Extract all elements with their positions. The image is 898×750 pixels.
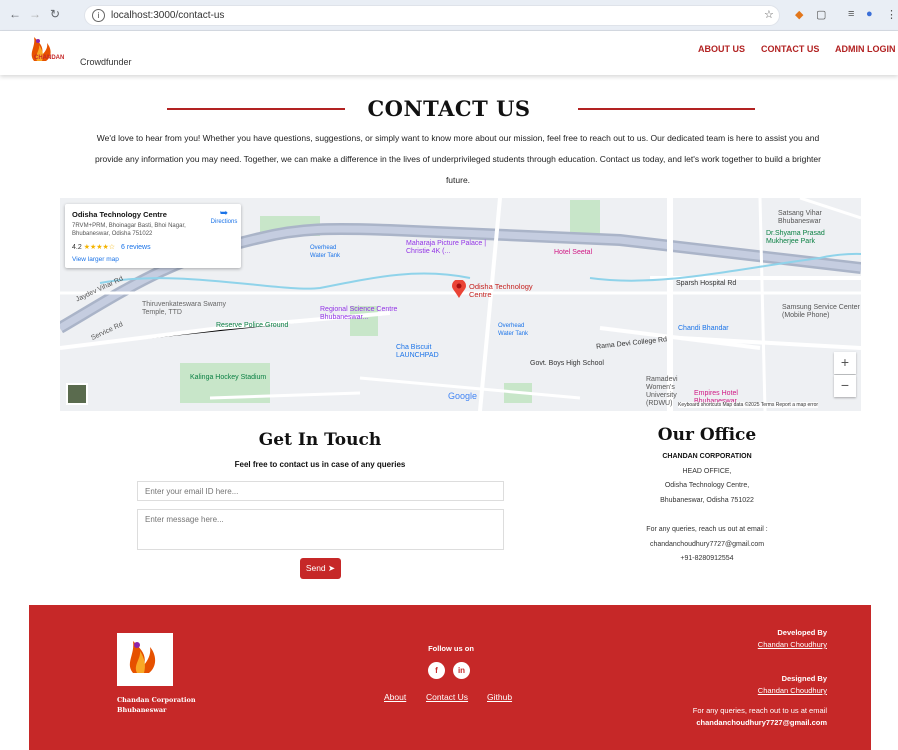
page-title: CONTACT US: [367, 96, 531, 121]
facebook-icon[interactable]: f: [428, 662, 445, 679]
send-button[interactable]: Send ➤: [300, 558, 341, 579]
map-place-card: Odisha Technology Centre 7RVM+PRM, Bhoin…: [65, 204, 241, 268]
designer-link[interactable]: Chandan Choudhury: [758, 686, 827, 695]
office-line: Odisha Technology Centre,: [664, 482, 750, 489]
star-icon[interactable]: ☆: [764, 8, 774, 21]
office-line: Bhubaneswar, Odisha 751022: [660, 497, 754, 504]
rating-stars-icon: ★★★★☆: [83, 244, 116, 251]
map-label-kalinga: Kalinga Hockey Stadium: [190, 374, 267, 381]
office-line: HEAD OFFICE,: [682, 468, 732, 475]
footer-org-city: Bhubaneswar: [117, 706, 167, 714]
logo-text: CHANDAN: [34, 55, 65, 61]
flame-logo-icon: [31, 37, 51, 61]
reading-icon[interactable]: ≡: [848, 8, 854, 20]
google-logo: Google: [448, 391, 478, 401]
office-line: For any queries, reach us out at email :: [646, 526, 768, 533]
nav-about-us[interactable]: ABOUT US: [698, 44, 745, 54]
intro-paragraph: We'd love to hear from you! Whether you …: [58, 128, 858, 191]
get-in-touch-title: Get In Touch: [258, 430, 382, 450]
map-label-shyama: Dr.Shyama Prasad Mukherjee Park: [766, 230, 825, 245]
office-phone: +91-8280912554: [680, 555, 734, 562]
zoom-in-button[interactable]: +: [834, 352, 856, 374]
map-label-reserve: Reserve Police Ground: [216, 322, 289, 329]
linkedin-icon[interactable]: in: [453, 662, 470, 679]
url-text: localhost:3000/contact-us: [111, 10, 225, 21]
intro-line: provide any information you may need. To…: [95, 154, 821, 164]
directions-icon: ➥: [219, 208, 229, 219]
map-pin-icon: [452, 280, 466, 298]
heading-rule-right: [578, 108, 755, 110]
page-heading: CONTACT US: [0, 96, 898, 126]
map-label-samsung: Samsung Service Center (Mobile Phone): [782, 304, 860, 319]
map-pin-label: Odisha Technology Centre: [469, 282, 533, 299]
footer-link-about[interactable]: About: [384, 692, 406, 702]
map-attribution[interactable]: Keyboard shortcuts Map data ©2025 Terms …: [678, 402, 819, 408]
office-title: Our Office: [657, 425, 757, 445]
footer-org-name: Chandan Corporation: [117, 696, 196, 704]
intro-line: We'd love to hear from you! Whether you …: [96, 133, 820, 143]
follow-us-label: Follow us on: [428, 644, 474, 653]
map-label-maharaja: Maharaja Picture Palace | Christie 4K (.…: [406, 240, 487, 255]
directions-button[interactable]: ➥ Directions: [209, 208, 239, 225]
map-label-overhead-2: Overhead Water Tank: [498, 323, 529, 337]
site-footer: Chandan Corporation Bhubaneswar Follow u…: [29, 605, 871, 750]
brand-name: Crowdfunder: [80, 57, 132, 67]
view-larger-map-link[interactable]: View larger map: [72, 256, 119, 263]
footer-email[interactable]: chandanchoudhury7727@gmail.com: [696, 718, 827, 727]
directions-label: Directions: [210, 219, 238, 225]
developed-by-label: Developed By: [777, 628, 827, 637]
footer-logo: [117, 633, 173, 686]
metamask-extension-icon[interactable]: ◆: [795, 8, 803, 21]
map-label-sparsh: Sparsh Hospital Rd: [676, 280, 737, 287]
footer-link-github[interactable]: Github: [487, 692, 512, 702]
email-input[interactable]: [137, 481, 504, 501]
footer-queries: For any queries, reach out to us at emai…: [692, 706, 827, 715]
embedded-map[interactable]: Odisha Technology Centre 7RVM+PRM, Bhoin…: [60, 198, 861, 411]
extensions-icon[interactable]: ▢: [816, 8, 826, 21]
map-label-temple: Thiruvenkateswara Swamy Temple, TTD: [142, 301, 227, 316]
site-logo[interactable]: CHANDAN: [22, 33, 72, 69]
place-name: Odisha Technology Centre: [72, 210, 167, 219]
map-label-overhead-1: Overhead Water Tank: [310, 245, 341, 259]
browser-toolbar: ← → ↻ i localhost:3000/contact-us ☆ ◆ ▢ …: [0, 0, 898, 31]
map-label-chandi: Chandi Bhandar: [678, 325, 729, 332]
address-bar[interactable]: i localhost:3000/contact-us: [84, 5, 780, 26]
flame-logo-icon: [129, 641, 156, 673]
map-label-govt-boys: Govt. Boys High School: [530, 360, 604, 367]
office-email: chandanchoudhury7727@gmail.com: [649, 541, 765, 548]
place-rating: 4.2: [72, 244, 82, 251]
profile-icon[interactable]: ●: [866, 8, 873, 20]
map-label-cha-biscuit: Cha Biscuit LAUNCHPAD: [396, 344, 439, 359]
paper-plane-icon: ➤: [328, 563, 336, 573]
place-address: 7RVM+PRM, Bhoinagar Basti, Bhoi Nagar, B…: [72, 223, 186, 237]
nav-admin-login[interactable]: ADMIN LOGIN: [835, 44, 896, 54]
arrow-left-icon[interactable]: ←: [8, 7, 22, 21]
get-in-touch-subtitle: Feel free to contact us in case of any q…: [234, 460, 406, 469]
site-info-icon[interactable]: i: [92, 9, 105, 22]
satellite-toggle-button[interactable]: [66, 383, 88, 405]
developer-link[interactable]: Chandan Choudhury: [758, 640, 827, 649]
map-label-regional: Regional Science Centre Bhubaneswar...: [320, 306, 398, 321]
more-menu-icon[interactable]: ⋮: [886, 8, 897, 21]
map-label-satsang: Satsang Vihar Bhubaneswar: [778, 210, 822, 225]
site-header: CHANDAN Crowdfunder ABOUT US CONTACT US …: [0, 31, 898, 75]
intro-line: future.: [445, 175, 471, 185]
reviews-link[interactable]: 6 reviews: [121, 244, 151, 251]
map-label-hotel-seetal: Hotel Seetal: [554, 249, 593, 256]
footer-link-contact[interactable]: Contact Us: [426, 692, 468, 702]
office-company: CHANDAN CORPORATION: [662, 453, 752, 460]
nav-contact-us[interactable]: CONTACT US: [761, 44, 819, 54]
designed-by-label: Designed By: [781, 674, 827, 683]
reload-icon[interactable]: ↻: [48, 7, 62, 21]
arrow-right-icon[interactable]: →: [28, 7, 42, 21]
send-label: Send: [305, 563, 326, 573]
zoom-out-button[interactable]: −: [834, 375, 856, 397]
message-input[interactable]: [137, 509, 504, 550]
